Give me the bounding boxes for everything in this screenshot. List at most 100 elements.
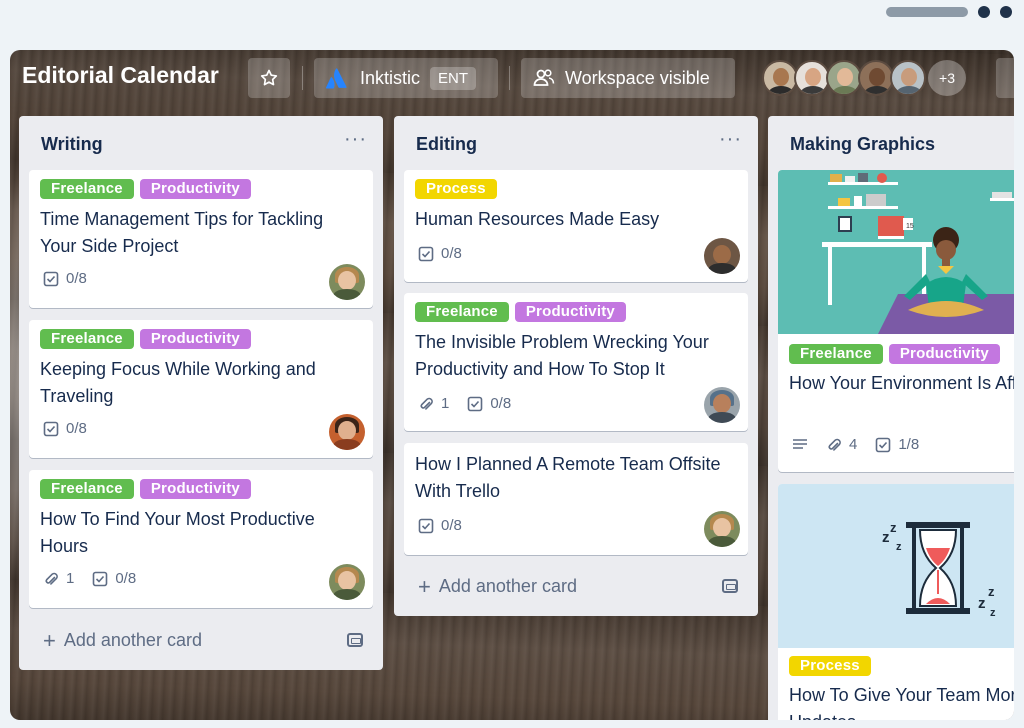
member-avatar[interactable] bbox=[329, 264, 365, 300]
svg-text:z: z bbox=[896, 541, 902, 553]
checklist-icon bbox=[418, 518, 434, 533]
attachment-count: 4 bbox=[849, 436, 858, 453]
member-avatar[interactable] bbox=[794, 60, 830, 96]
checklist-icon bbox=[876, 437, 891, 452]
card-template-icon[interactable] bbox=[347, 633, 363, 647]
label-freelance[interactable]: Freelance bbox=[40, 479, 134, 499]
checklist-badge: 0/8 bbox=[467, 395, 511, 412]
card[interactable]: z z z z z z Process How To Give Your Tea… bbox=[778, 484, 1014, 720]
star-button[interactable] bbox=[248, 58, 290, 98]
star-icon bbox=[260, 69, 278, 86]
list-writing: Writing ··· Freelance Productivity Time … bbox=[19, 116, 383, 670]
checklist-count: 0/8 bbox=[66, 270, 87, 287]
label-process[interactable]: Process bbox=[789, 656, 871, 676]
label-productivity[interactable]: Productivity bbox=[514, 302, 626, 322]
checklist-count: 0/8 bbox=[441, 517, 462, 534]
card-title: How To Give Your Team More Status Update… bbox=[789, 685, 1014, 720]
list-title[interactable]: Editing bbox=[416, 134, 477, 155]
checklist-badge: 0/8 bbox=[92, 570, 136, 587]
card[interactable]: Freelance Productivity Time Management T… bbox=[29, 170, 373, 308]
member-avatar[interactable] bbox=[329, 414, 365, 450]
header-divider bbox=[302, 66, 303, 90]
hourglass-illustration-icon: z z z z z z bbox=[778, 484, 1014, 648]
paperclip-icon bbox=[420, 397, 433, 410]
visibility-button[interactable]: Workspace visible bbox=[521, 58, 735, 98]
card[interactable]: How I Planned A Remote Team Offsite With… bbox=[404, 443, 748, 555]
checklist-icon bbox=[418, 246, 434, 261]
checklist-badge: 0/8 bbox=[43, 270, 87, 287]
checklist-badge: 1/8 bbox=[875, 436, 919, 453]
list-title[interactable]: Making Graphics bbox=[790, 134, 935, 155]
card[interactable]: Freelance Productivity The Invisible Pro… bbox=[404, 293, 748, 431]
label-freelance[interactable]: Freelance bbox=[40, 179, 134, 199]
window-control-pill bbox=[886, 7, 968, 17]
checklist-count: 0/8 bbox=[441, 245, 462, 262]
checklist-badge: 0/8 bbox=[418, 245, 462, 262]
board-members: +3 bbox=[762, 60, 966, 96]
paperclip-icon bbox=[45, 572, 58, 585]
label-freelance[interactable]: Freelance bbox=[789, 344, 883, 364]
label-freelance[interactable]: Freelance bbox=[415, 302, 509, 322]
label-process[interactable]: Process bbox=[415, 179, 497, 199]
list-making-graphics: Making Graphics 15 Freelance Productivit… bbox=[768, 116, 1014, 720]
board-header: Editorial Calendar Inktistic ENT Workspa… bbox=[10, 50, 1014, 110]
enterprise-badge: ENT bbox=[430, 66, 477, 90]
member-avatar[interactable] bbox=[762, 60, 798, 96]
checklist-icon bbox=[43, 271, 59, 286]
card-title: Human Resources Made Easy bbox=[415, 209, 660, 229]
member-avatar[interactable] bbox=[826, 60, 862, 96]
svg-text:z: z bbox=[890, 520, 897, 535]
checklist-icon bbox=[468, 396, 483, 411]
card-title: How To Find Your Most Productive Hours bbox=[40, 509, 315, 556]
member-avatar[interactable] bbox=[890, 60, 926, 96]
card-title: How I Planned A Remote Team Offsite With… bbox=[415, 454, 721, 501]
label-freelance[interactable]: Freelance bbox=[40, 329, 134, 349]
plus-icon: + bbox=[418, 573, 431, 599]
svg-text:z: z bbox=[882, 529, 890, 546]
board-title[interactable]: Editorial Calendar bbox=[22, 62, 219, 89]
member-avatar[interactable] bbox=[704, 238, 740, 274]
card[interactable]: Process Human Resources Made Easy 0/8 bbox=[404, 170, 748, 282]
atlassian-icon bbox=[325, 68, 347, 89]
checklist-count: 1/8 bbox=[898, 436, 920, 453]
svg-text:15: 15 bbox=[906, 223, 914, 230]
attachment-count: 1 bbox=[441, 395, 450, 412]
card[interactable]: Freelance Productivity How To Find Your … bbox=[29, 470, 373, 608]
member-avatar[interactable] bbox=[858, 60, 894, 96]
more-members-button[interactable]: +3 bbox=[928, 60, 966, 96]
add-card-label: Add another card bbox=[63, 630, 202, 650]
workspace-name: Inktistic bbox=[360, 67, 421, 88]
member-avatar[interactable] bbox=[329, 564, 365, 600]
header-overflow-button[interactable] bbox=[996, 58, 1014, 98]
attachment-count: 1 bbox=[66, 570, 75, 587]
member-avatar[interactable] bbox=[704, 387, 740, 423]
attachment-badge: 4 bbox=[826, 436, 857, 453]
workspace-button[interactable]: Inktistic ENT bbox=[314, 58, 498, 98]
attachment-badge: 1 bbox=[43, 570, 74, 587]
list-menu-button[interactable]: ··· bbox=[344, 128, 367, 151]
card[interactable]: 15 Freelance Productivity How Your Envir… bbox=[778, 170, 1014, 472]
label-productivity[interactable]: Productivity bbox=[139, 329, 251, 349]
add-card-button[interactable]: + Add another card bbox=[43, 629, 202, 651]
description-icon bbox=[793, 438, 807, 449]
window-control-dot bbox=[1000, 6, 1012, 18]
member-avatar[interactable] bbox=[704, 511, 740, 547]
header-divider bbox=[509, 66, 510, 90]
checklist-badge: 0/8 bbox=[418, 517, 462, 534]
label-productivity[interactable]: Productivity bbox=[139, 179, 251, 199]
add-card-button[interactable]: + Add another card bbox=[418, 573, 577, 599]
attachment-badge: 1 bbox=[418, 395, 449, 412]
card-title: Keeping Focus While Working and Travelin… bbox=[40, 359, 316, 406]
card[interactable]: Freelance Productivity Keeping Focus Whi… bbox=[29, 320, 373, 458]
checklist-badge: 0/8 bbox=[43, 420, 87, 437]
checklist-count: 0/8 bbox=[490, 395, 512, 412]
meditation-illustration-icon: 15 bbox=[778, 170, 1014, 334]
label-productivity[interactable]: Productivity bbox=[139, 479, 251, 499]
checklist-icon bbox=[93, 571, 108, 586]
list-menu-button[interactable]: ··· bbox=[719, 128, 742, 151]
label-productivity[interactable]: Productivity bbox=[888, 344, 1000, 364]
card-title: Time Management Tips for Tackling Your S… bbox=[40, 209, 324, 256]
checklist-icon bbox=[43, 421, 59, 436]
list-title[interactable]: Writing bbox=[41, 134, 103, 155]
card-template-icon[interactable] bbox=[722, 579, 738, 593]
